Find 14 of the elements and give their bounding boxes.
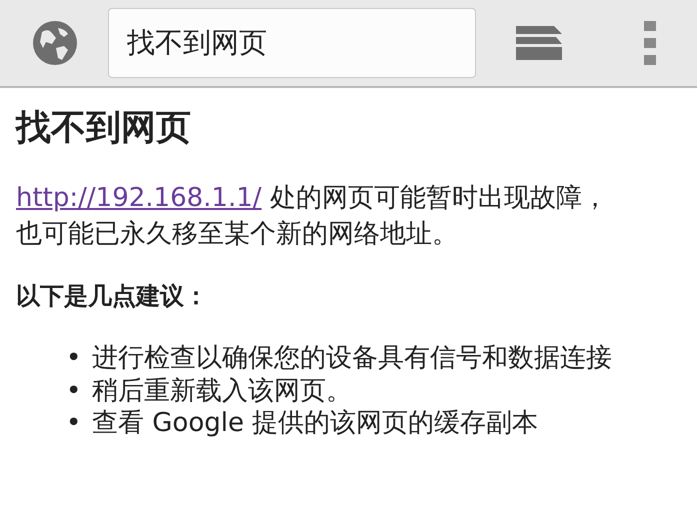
address-field[interactable]: 找不到网页	[108, 8, 476, 78]
tabs-icon[interactable]	[516, 26, 562, 60]
url-link[interactable]: http://192.168.1.1/	[16, 182, 262, 212]
suggestion-item: 进行检查以确保您的设备具有信号和数据连接	[92, 342, 613, 375]
bullet: •	[66, 374, 82, 408]
suggestion-item: 查看 Google 提供的该网页的缓存副本	[92, 407, 540, 440]
globe-icon[interactable]	[32, 20, 78, 66]
error-message: http://192.168.1.1/ 处的网页可能暂时出现故障，也可能已永久移至某个新的网络地址。	[16, 182, 609, 251]
bullet: •	[66, 342, 82, 375]
suggestions-title: 以下是几点建议：	[16, 281, 209, 312]
menu-icon[interactable]	[644, 21, 656, 65]
bullet: •	[66, 407, 82, 440]
page-heading: 找不到网页	[16, 107, 192, 150]
suggestion-item: 稍后重新载入该网页。	[92, 374, 353, 408]
